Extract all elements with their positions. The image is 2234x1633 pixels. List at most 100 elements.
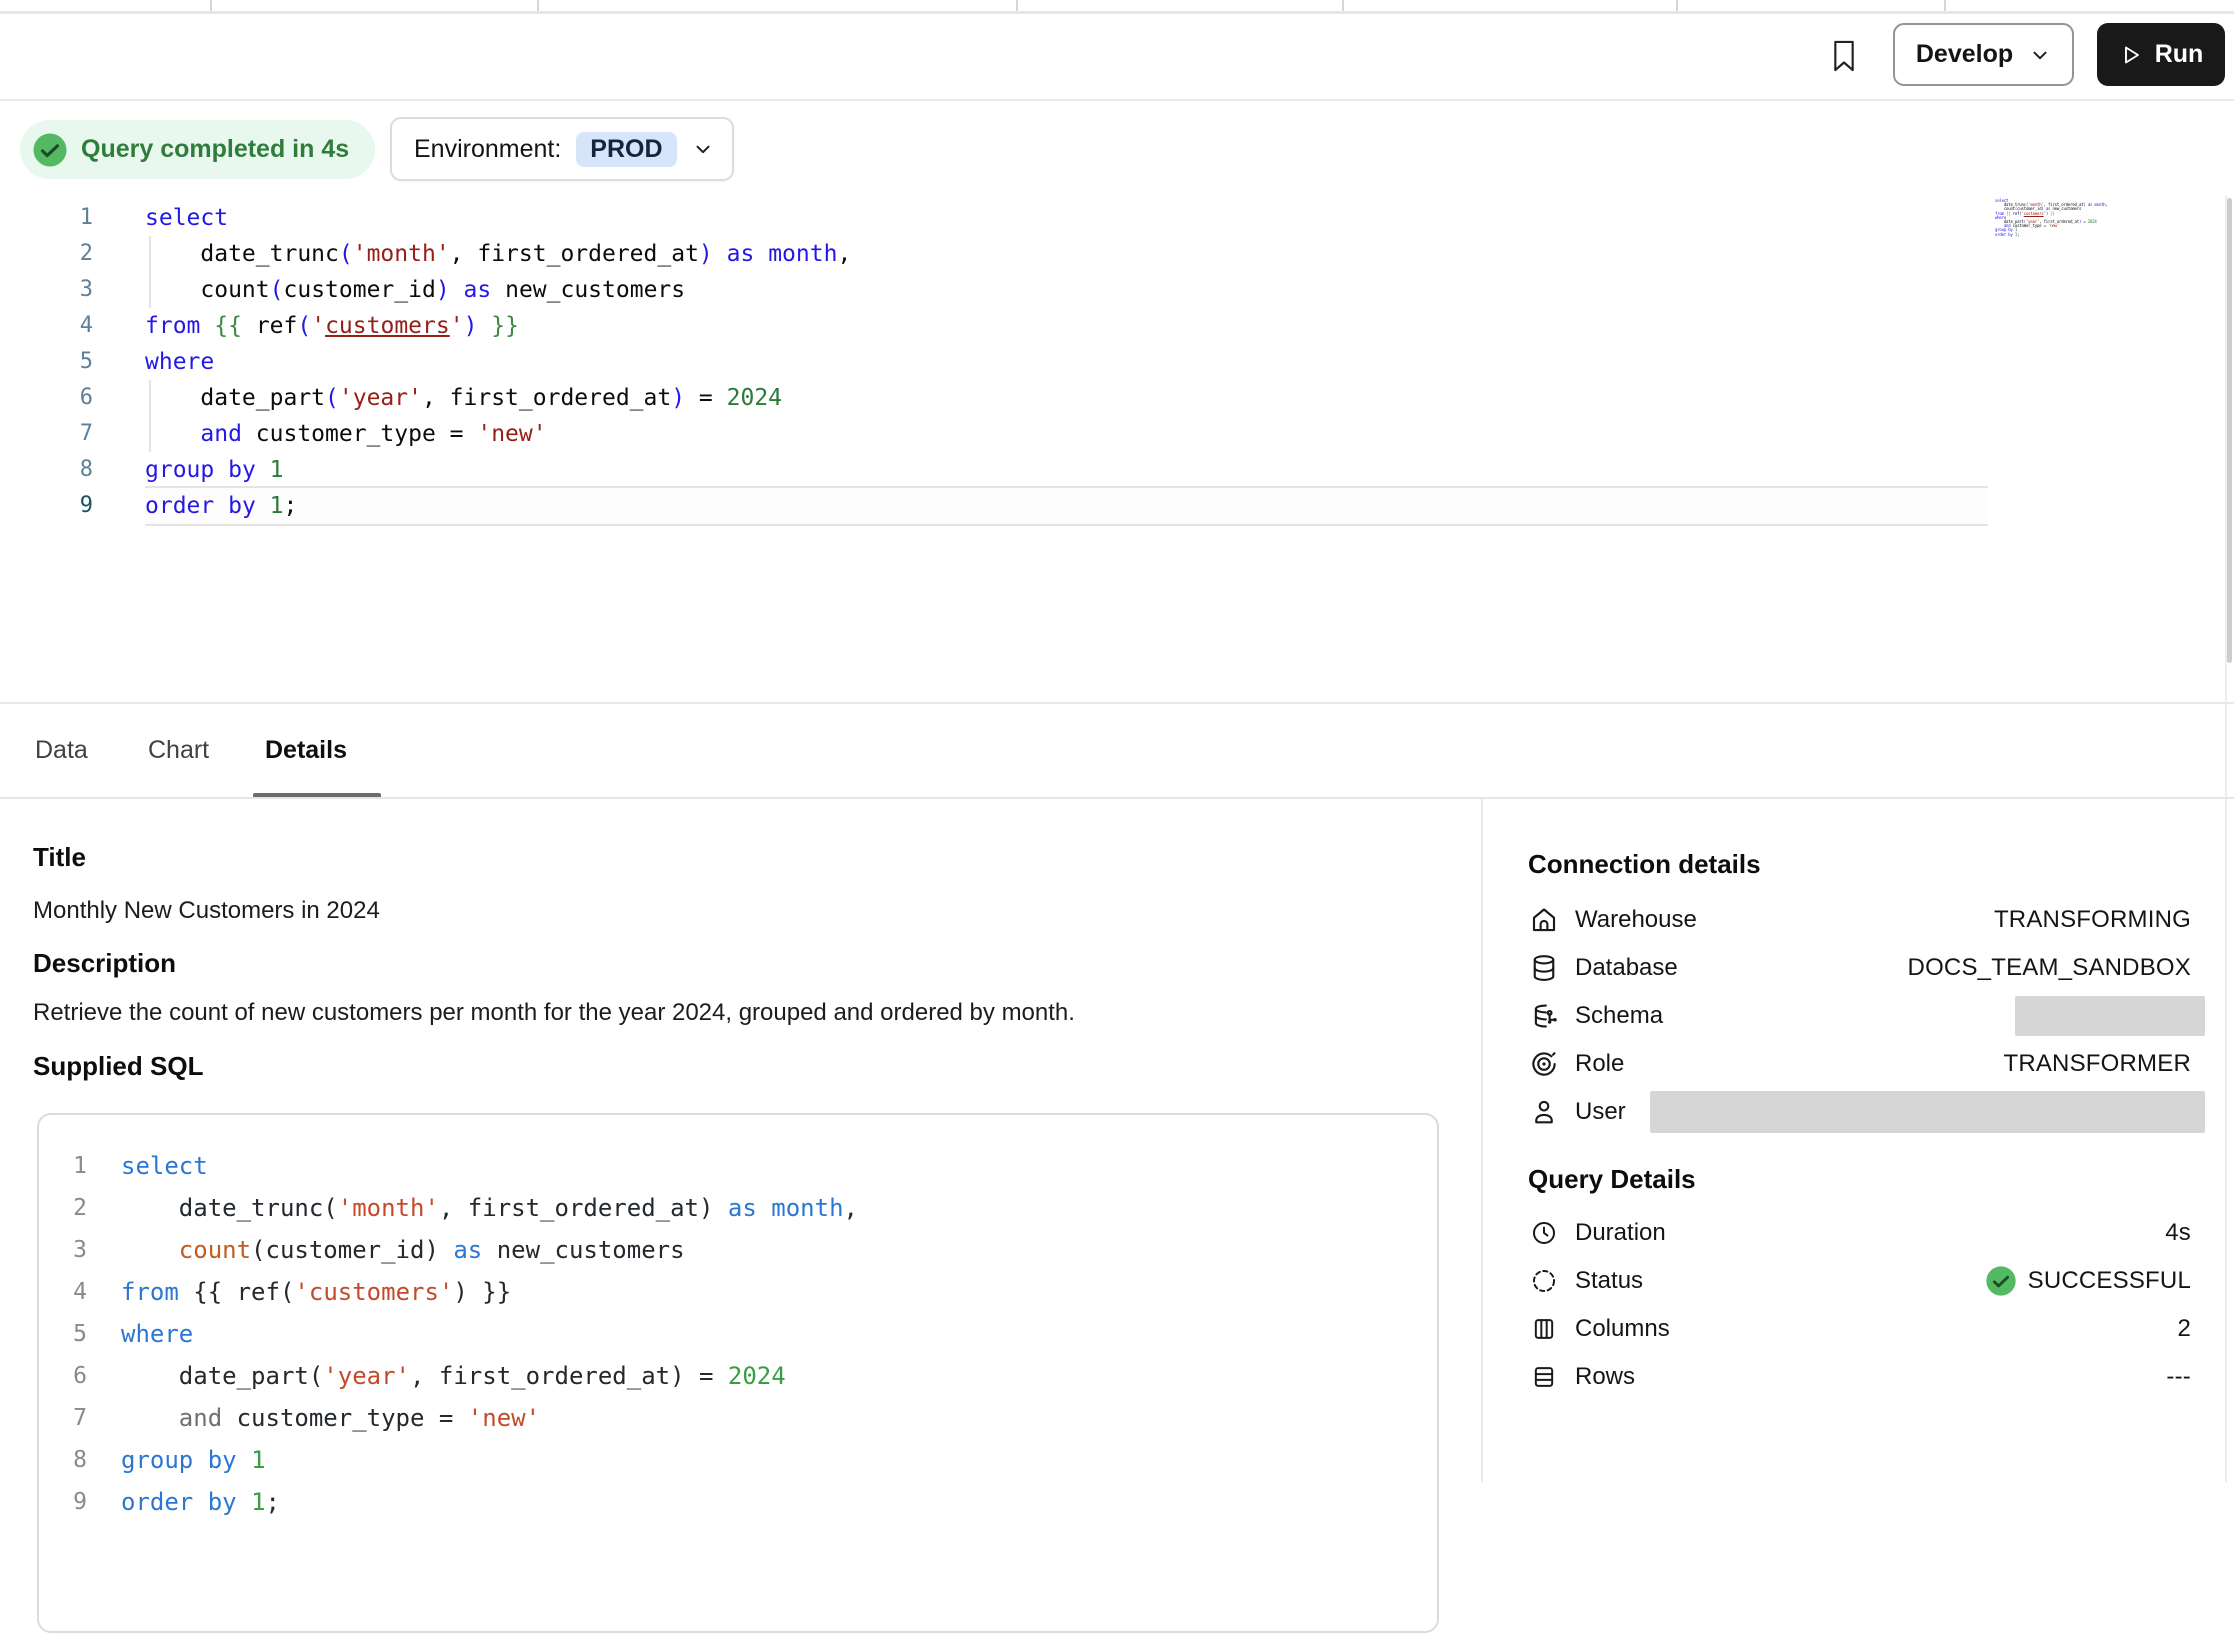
code-token: order [1995, 232, 2006, 237]
code-token: ) [464, 313, 478, 339]
code-token: customer_id [266, 1236, 425, 1264]
develop-button[interactable]: Develop [1893, 23, 2074, 86]
connection-row: DatabaseDOCS_TEAM_SANDBOX [1528, 944, 2205, 992]
code-token: ) [424, 1236, 438, 1264]
code-line[interactable]: 6 date_part('year', first_ordered_at) = … [0, 380, 1988, 416]
code-token: , [2106, 202, 2108, 207]
minimap-line: order by 1; [1995, 233, 2103, 237]
code-token: month [771, 1194, 843, 1222]
code-token: ( [280, 1278, 294, 1306]
code-token: , [837, 241, 851, 267]
code-line[interactable]: 4from {{ ref('customers') }} [0, 308, 1988, 344]
code-token: where [145, 349, 214, 375]
supplied-sql-line: 3 count(customer_id) as new_customers [59, 1229, 1437, 1271]
code-token [121, 1362, 179, 1390]
code-token [256, 457, 270, 483]
line-number: 2 [25, 236, 93, 272]
supplied-sql-line: 7 and customer_type = 'new' [59, 1397, 1437, 1439]
toolbar-divider [0, 99, 2234, 101]
code-text: select [121, 1145, 208, 1187]
row-value: 4s [2165, 1219, 2191, 1247]
code-line[interactable]: 8group by 1 [0, 452, 1988, 488]
supplied-sql-line: 9order by 1; [59, 1481, 1437, 1523]
query-detail-row: Columns2 [1528, 1305, 2205, 1353]
tab-separator [1944, 0, 1946, 11]
code-token: order [121, 1488, 193, 1516]
line-number: 5 [25, 344, 93, 380]
user-icon [1528, 1097, 1560, 1127]
code-token [754, 241, 768, 267]
environment-selector[interactable]: Environment: PROD [390, 117, 734, 181]
connection-row: Schema [1528, 992, 2205, 1040]
code-token: 2024 [728, 1362, 786, 1390]
code-token: by [208, 1488, 237, 1516]
tab-details[interactable]: Details [265, 736, 347, 765]
code-token [214, 493, 228, 519]
results-panel-divider [0, 702, 2234, 704]
code-token: ) [436, 277, 450, 303]
editor-minimap[interactable]: select date_trunc('month', first_ordered… [1995, 199, 2103, 237]
code-line[interactable]: 1select [0, 200, 1988, 236]
connection-row: WarehouseTRANSFORMING [1528, 896, 2205, 944]
code-line[interactable]: 3 count(customer_id) as new_customers [0, 272, 1988, 308]
code-token: date_trunc [179, 1194, 324, 1222]
code-token: customers [2024, 211, 2044, 216]
code-token: date_trunc [200, 241, 338, 267]
tab-data[interactable]: Data [35, 736, 88, 765]
line-number: 5 [59, 1313, 87, 1355]
code-line[interactable]: 7 and customer_type = 'new' [0, 416, 1988, 452]
code-token: select [121, 1152, 208, 1180]
code-token: 'new' [2048, 223, 2059, 228]
supplied-sql-code-block: 1select2 date_trunc('month', first_order… [37, 1113, 1439, 1633]
code-line[interactable]: 2 date_trunc('month', first_ordered_at) … [0, 236, 1988, 272]
code-token: by [228, 457, 256, 483]
code-token [214, 457, 228, 483]
rows-icon [1528, 1363, 1560, 1391]
connection-details-list: WarehouseTRANSFORMINGDatabaseDOCS_TEAM_S… [1528, 896, 2205, 1136]
bookmark-icon[interactable] [1828, 35, 1860, 77]
scrollbar-thumb[interactable] [2227, 198, 2232, 663]
code-text: and customer_type = 'new' [145, 416, 547, 452]
code-token: group [145, 457, 214, 483]
code-token [237, 1488, 251, 1516]
tab-separator [537, 0, 539, 11]
run-button[interactable]: Run [2097, 23, 2225, 86]
code-token: count [179, 1236, 251, 1264]
row-value: TRANSFORMER [2003, 1050, 2191, 1078]
code-token [477, 313, 491, 339]
code-token [193, 1446, 207, 1474]
row-value: --- [2166, 1363, 2191, 1391]
code-token: ' [439, 1278, 453, 1306]
code-line[interactable]: 9order by 1; [0, 488, 1988, 524]
row-label: Status [1575, 1267, 1643, 1295]
environment-label: Environment: [414, 135, 561, 164]
row-value-text: 2 [2177, 1315, 2191, 1343]
supplied-sql-heading: Supplied SQL [33, 1051, 203, 1082]
code-token: ( [309, 1362, 323, 1390]
environment-value-pill: PROD [576, 132, 676, 167]
code-text: where [145, 344, 214, 380]
code-token: 'month' [338, 1194, 439, 1222]
tab-chart[interactable]: Chart [148, 736, 209, 765]
warehouse-icon [1528, 905, 1560, 935]
code-token [713, 241, 727, 267]
code-token [193, 1488, 207, 1516]
row-value: 2 [2177, 1315, 2191, 1343]
code-token: 'year' [323, 1362, 410, 1390]
row-value: TRANSFORMING [1994, 906, 2191, 934]
code-token: }} [482, 1278, 511, 1306]
code-token: customers [325, 313, 450, 339]
code-text: date_part('year', first_ordered_at) = 20… [121, 1355, 786, 1397]
code-line[interactable]: 5 where [0, 344, 1988, 380]
code-text: order by 1; [145, 488, 297, 524]
code-text: group by 1 [121, 1439, 266, 1481]
code-token: ref [237, 1278, 280, 1306]
line-number: 9 [59, 1481, 87, 1523]
title-value: Monthly New Customers in 2024 [33, 897, 380, 925]
query-status-text: Query completed in 4s [81, 135, 349, 164]
code-token: , first_ordered_at [439, 1194, 699, 1222]
sql-editor[interactable]: 1select2 date_trunc('month', first_order… [0, 200, 2225, 707]
code-token: ( [297, 313, 311, 339]
schema-icon [1528, 1001, 1560, 1031]
code-token: ) [671, 385, 685, 411]
